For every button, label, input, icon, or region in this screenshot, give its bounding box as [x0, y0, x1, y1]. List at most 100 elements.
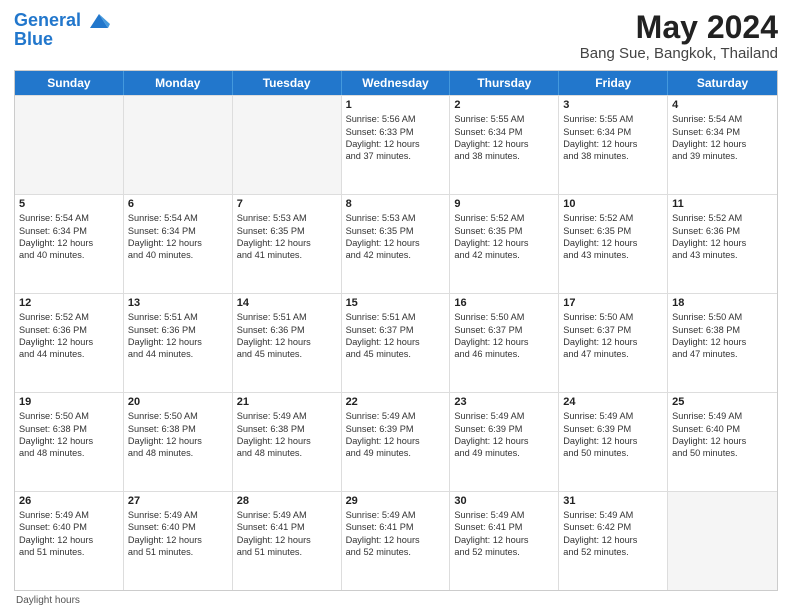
day-info: Sunrise: 5:49 AMSunset: 6:39 PMDaylight:… — [346, 410, 446, 460]
calendar-header-cell: Sunday — [15, 71, 124, 95]
day-number: 5 — [19, 198, 119, 210]
calendar-cell: 25 Sunrise: 5:49 AMSunset: 6:40 PMDayligh… — [668, 393, 777, 491]
day-info: Sunrise: 5:50 AMSunset: 6:38 PMDaylight:… — [672, 311, 773, 361]
calendar-cell: 10Sunrise: 5:52 AMSunset: 6:35 PMDayligh… — [559, 195, 668, 293]
day-info: Sunrise: 5:52 AMSunset: 6:35 PMDaylight:… — [454, 212, 554, 262]
day-info: Sunrise: 5:53 AMSunset: 6:35 PMDaylight:… — [237, 212, 337, 262]
calendar-cell: 27Sunrise: 5:49 AMSunset: 6:40 PMDayligh… — [124, 492, 233, 590]
day-number: 1 — [346, 99, 446, 111]
calendar-cell: 18Sunrise: 5:50 AMSunset: 6:38 PMDayligh… — [668, 294, 777, 392]
calendar-cell: 7 Sunrise: 5:53 AMSunset: 6:35 PMDaylight… — [233, 195, 342, 293]
day-info: Sunrise: 5:49 AMSunset: 6:40 PMDaylight:… — [128, 509, 228, 559]
main-title: May 2024 — [580, 10, 778, 45]
calendar-cell: 23Sunrise: 5:49 AMSunset: 6:39 PMDayligh… — [450, 393, 559, 491]
day-info: Sunrise: 5:50 AMSunset: 6:38 PMDaylight:… — [19, 410, 119, 460]
subtitle: Bang Sue, Bangkok, Thailand — [580, 45, 778, 62]
day-number: 23 — [454, 396, 554, 408]
logo-icon — [88, 10, 110, 32]
day-number: 16 — [454, 297, 554, 309]
day-info: Sunrise: 5:49 AMSunset: 6:42 PMDaylight:… — [563, 509, 663, 559]
calendar-cell: 14Sunrise: 5:51 AMSunset: 6:36 PMDayligh… — [233, 294, 342, 392]
day-number: 26 — [19, 495, 119, 507]
calendar-cell — [124, 96, 233, 194]
day-number: 21 — [237, 396, 337, 408]
logo-general: General — [14, 10, 81, 30]
day-info: Sunrise: 5:54 AMSunset: 6:34 PMDaylight:… — [672, 113, 773, 163]
day-number: 9 — [454, 198, 554, 210]
calendar-header-cell: Monday — [124, 71, 233, 95]
day-number: 17 — [563, 297, 663, 309]
title-block: May 2024 Bang Sue, Bangkok, Thailand — [580, 10, 778, 62]
day-number: 19 — [19, 396, 119, 408]
day-number: 4 — [672, 99, 773, 111]
day-info: Sunrise: 5:49 AMSunset: 6:38 PMDaylight:… — [237, 410, 337, 460]
day-number: 28 — [237, 495, 337, 507]
day-number: 22 — [346, 396, 446, 408]
day-number: 20 — [128, 396, 228, 408]
calendar-cell: 9 Sunrise: 5:52 AMSunset: 6:35 PMDaylight… — [450, 195, 559, 293]
day-info: Sunrise: 5:49 AMSunset: 6:39 PMDaylight:… — [563, 410, 663, 460]
calendar-cell: 8Sunrise: 5:53 AMSunset: 6:35 PMDaylight… — [342, 195, 451, 293]
calendar-header-cell: Saturday — [668, 71, 777, 95]
calendar-cell: 16 Sunrise: 5:50 AMSunset: 6:37 PMDayligh… — [450, 294, 559, 392]
calendar-row: 12 Sunrise: 5:52 AMSunset: 6:36 PMDayligh… — [15, 293, 777, 392]
calendar-cell: 26 Sunrise: 5:49 AMSunset: 6:40 PMDayligh… — [15, 492, 124, 590]
day-number: 25 — [672, 396, 773, 408]
calendar-cell: 19 Sunrise: 5:50 AMSunset: 6:38 PMDayligh… — [15, 393, 124, 491]
day-info: Sunrise: 5:56 AMSunset: 6:33 PMDaylight:… — [346, 113, 446, 163]
calendar-cell: 29 Sunrise: 5:49 AMSunset: 6:41 PMDayligh… — [342, 492, 451, 590]
day-number: 29 — [346, 495, 446, 507]
calendar-cell: 2Sunrise: 5:55 AMSunset: 6:34 PMDaylight… — [450, 96, 559, 194]
calendar-header-cell: Tuesday — [233, 71, 342, 95]
calendar-cell — [668, 492, 777, 590]
logo: General Blue — [14, 10, 110, 50]
day-info: Sunrise: 5:49 AMSunset: 6:41 PMDaylight:… — [454, 509, 554, 559]
day-number: 30 — [454, 495, 554, 507]
calendar-cell: 6 Sunrise: 5:54 AMSunset: 6:34 PMDaylight… — [124, 195, 233, 293]
day-number: 3 — [563, 99, 663, 111]
day-info: Sunrise: 5:49 AMSunset: 6:40 PMDaylight:… — [672, 410, 773, 460]
calendar-header: SundayMondayTuesdayWednesdayThursdayFrid… — [15, 71, 777, 95]
calendar-cell: 3 Sunrise: 5:55 AMSunset: 6:34 PMDaylight… — [559, 96, 668, 194]
calendar-cell: 31Sunrise: 5:49 AMSunset: 6:42 PMDayligh… — [559, 492, 668, 590]
day-info: Sunrise: 5:55 AMSunset: 6:34 PMDaylight:… — [454, 113, 554, 163]
day-info: Sunrise: 5:50 AMSunset: 6:37 PMDaylight:… — [454, 311, 554, 361]
day-number: 11 — [672, 198, 773, 210]
day-info: Sunrise: 5:52 AMSunset: 6:36 PMDaylight:… — [672, 212, 773, 262]
day-number: 8 — [346, 198, 446, 210]
calendar-cell: 13Sunrise: 5:51 AMSunset: 6:36 PMDayligh… — [124, 294, 233, 392]
day-info: Sunrise: 5:51 AMSunset: 6:37 PMDaylight:… — [346, 311, 446, 361]
footer-note: Daylight hours — [14, 595, 778, 606]
day-number: 7 — [237, 198, 337, 210]
calendar-header-cell: Friday — [559, 71, 668, 95]
day-info: Sunrise: 5:51 AMSunset: 6:36 PMDaylight:… — [237, 311, 337, 361]
calendar-header-cell: Wednesday — [342, 71, 451, 95]
day-info: Sunrise: 5:54 AMSunset: 6:34 PMDaylight:… — [128, 212, 228, 262]
calendar-cell: 20 Sunrise: 5:50 AMSunset: 6:38 PMDayligh… — [124, 393, 233, 491]
day-info: Sunrise: 5:49 AMSunset: 6:40 PMDaylight:… — [19, 509, 119, 559]
calendar-cell: 30 Sunrise: 5:49 AMSunset: 6:41 PMDayligh… — [450, 492, 559, 590]
calendar-cell — [233, 96, 342, 194]
day-info: Sunrise: 5:50 AMSunset: 6:38 PMDaylight:… — [128, 410, 228, 460]
calendar-row: 19 Sunrise: 5:50 AMSunset: 6:38 PMDayligh… — [15, 392, 777, 491]
day-info: Sunrise: 5:52 AMSunset: 6:36 PMDaylight:… — [19, 311, 119, 361]
calendar-cell: 4 Sunrise: 5:54 AMSunset: 6:34 PMDaylight… — [668, 96, 777, 194]
calendar-cell: 24 Sunrise: 5:49 AMSunset: 6:39 PMDayligh… — [559, 393, 668, 491]
calendar-cell: 5 Sunrise: 5:54 AMSunset: 6:34 PMDaylight… — [15, 195, 124, 293]
day-info: Sunrise: 5:49 AMSunset: 6:41 PMDaylight:… — [346, 509, 446, 559]
day-number: 6 — [128, 198, 228, 210]
calendar-cell: 12 Sunrise: 5:52 AMSunset: 6:36 PMDayligh… — [15, 294, 124, 392]
day-info: Sunrise: 5:54 AMSunset: 6:34 PMDaylight:… — [19, 212, 119, 262]
calendar-cell: 15Sunrise: 5:51 AMSunset: 6:37 PMDayligh… — [342, 294, 451, 392]
day-number: 12 — [19, 297, 119, 309]
calendar-header-cell: Thursday — [450, 71, 559, 95]
day-info: Sunrise: 5:55 AMSunset: 6:34 PMDaylight:… — [563, 113, 663, 163]
day-info: Sunrise: 5:52 AMSunset: 6:35 PMDaylight:… — [563, 212, 663, 262]
day-number: 24 — [563, 396, 663, 408]
day-number: 13 — [128, 297, 228, 309]
calendar-cell: 11 Sunrise: 5:52 AMSunset: 6:36 PMDayligh… — [668, 195, 777, 293]
calendar-cell: 1 Sunrise: 5:56 AMSunset: 6:33 PMDaylight… — [342, 96, 451, 194]
calendar-row: 26 Sunrise: 5:49 AMSunset: 6:40 PMDayligh… — [15, 491, 777, 590]
logo-blue: Blue — [14, 30, 110, 50]
day-info: Sunrise: 5:49 AMSunset: 6:41 PMDaylight:… — [237, 509, 337, 559]
